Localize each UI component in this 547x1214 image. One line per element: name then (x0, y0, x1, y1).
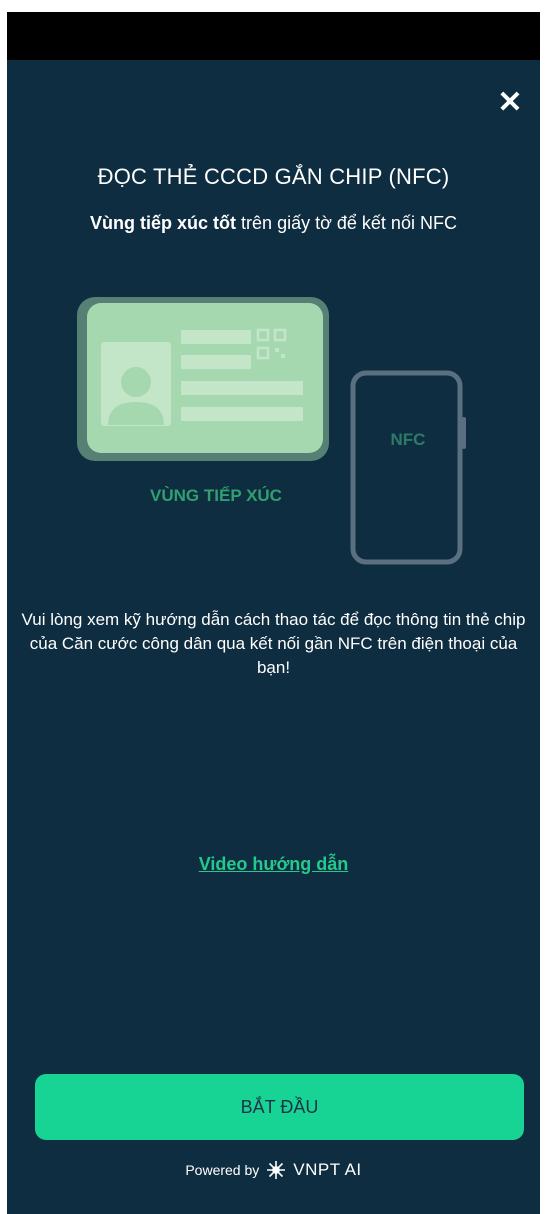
powered-by-footer: Powered by VNPT AI (7, 1152, 540, 1188)
brand-name: VNPT AI (293, 1160, 362, 1179)
start-button-label: BẮT ĐẦU (240, 1096, 319, 1117)
contact-area-label: VÙNG TIẾP XÚC (150, 486, 282, 505)
video-guide: Video hướng dẫn (7, 854, 540, 875)
id-card-icon (77, 297, 329, 461)
powered-by-label: Powered by (185, 1162, 260, 1178)
nfc-guide-screen: ✕ ĐỌC THẺ CCCD GẮN CHIP (NFC) Vùng tiếp … (7, 12, 540, 1214)
phone-icon (350, 370, 466, 565)
start-button[interactable]: BẮT ĐẦU (35, 1074, 524, 1140)
vnpt-logo-icon (267, 1161, 286, 1179)
instruction-text: Vui lòng xem kỹ hướng dẫn cách thao tác … (21, 610, 526, 677)
video-guide-link[interactable]: Video hướng dẫn (199, 854, 349, 874)
nfc-label: NFC (390, 430, 426, 449)
